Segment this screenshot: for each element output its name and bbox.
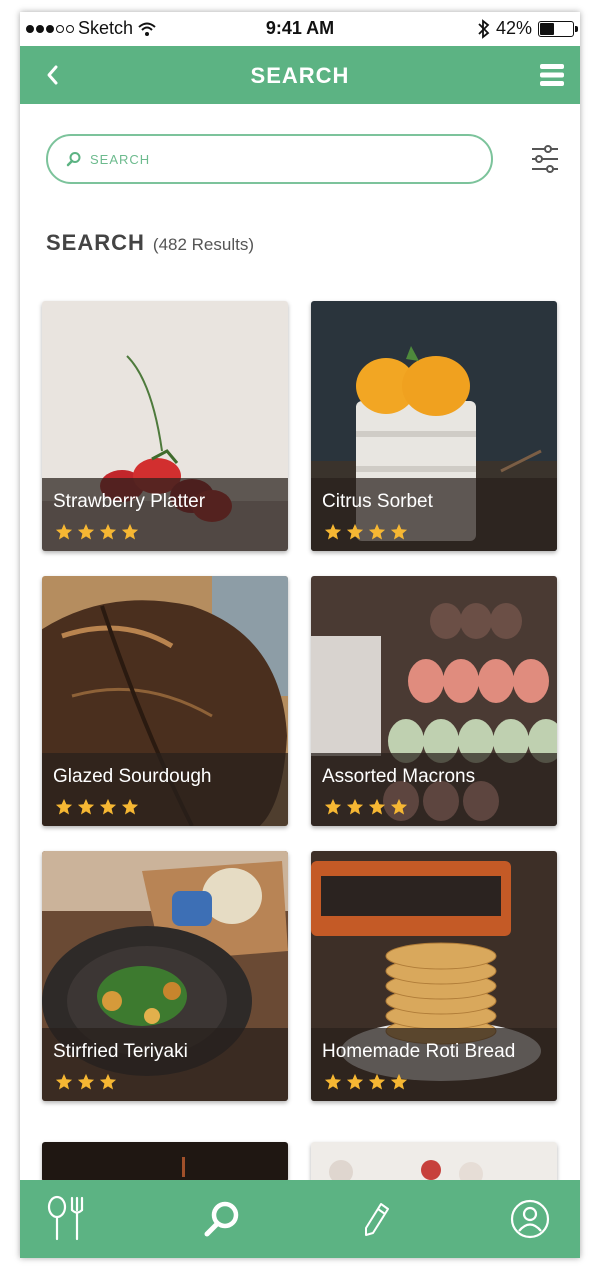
recipe-photo <box>311 1142 557 1182</box>
star-icon <box>121 523 139 540</box>
recipe-card[interactable]: Citrus Sorbet <box>311 301 557 551</box>
rating-stars <box>55 798 139 816</box>
star-icon <box>390 523 408 540</box>
rating-stars <box>55 1073 117 1091</box>
star-icon <box>390 798 408 815</box>
rating-stars <box>55 523 139 541</box>
star-icon <box>77 798 95 815</box>
star-icon <box>77 523 95 540</box>
tab-profile[interactable] <box>490 1180 570 1258</box>
star-icon <box>368 1073 386 1090</box>
recipe-photo <box>42 1142 288 1182</box>
tab-recipes[interactable] <box>26 1180 106 1258</box>
star-icon <box>324 1073 342 1090</box>
tab-write[interactable] <box>336 1180 416 1258</box>
star-icon <box>99 1073 117 1090</box>
search-field[interactable] <box>46 134 493 184</box>
star-icon <box>99 523 117 540</box>
recipe-card[interactable]: Assorted Macrons <box>311 576 557 826</box>
star-icon <box>55 523 73 540</box>
results-heading: SEARCH (482 Results) <box>46 230 254 256</box>
bluetooth-icon <box>478 18 490 39</box>
star-icon <box>55 798 73 815</box>
recipe-title: Assorted Macrons <box>322 766 476 787</box>
star-icon <box>324 523 342 540</box>
page-title: SEARCH <box>250 63 350 88</box>
recipe-card[interactable]: Homemade Roti Bread <box>311 851 557 1101</box>
sliders-icon[interactable] <box>528 142 562 176</box>
fork-knife-icon <box>47 1195 84 1241</box>
recipe-card[interactable] <box>311 1142 557 1182</box>
star-icon <box>77 1073 95 1090</box>
recipe-title: Homemade Roti Bread <box>322 1041 516 1062</box>
battery-icon <box>538 20 578 37</box>
star-icon <box>346 798 364 815</box>
star-icon <box>55 1073 73 1090</box>
rating-stars <box>324 798 408 816</box>
star-icon <box>324 798 342 815</box>
recipe-title: Stirfried Teriyaki <box>53 1041 188 1062</box>
recipe-card[interactable] <box>42 1142 288 1182</box>
recipe-title: Strawberry Platter <box>53 491 206 512</box>
pencil-icon <box>365 1203 389 1236</box>
search-input[interactable] <box>90 151 450 167</box>
battery-percent: 42% <box>495 18 532 38</box>
star-icon <box>368 798 386 815</box>
status-right: 42% <box>478 18 578 39</box>
rating-stars <box>324 523 408 541</box>
phone-screen: Sketch 9:41 AM 42% SEARCH SEARCH SEARCH … <box>20 12 580 1258</box>
search-icon <box>204 1201 239 1237</box>
recipe-card[interactable]: Glazed Sourdough <box>42 576 288 826</box>
search-icon <box>66 152 81 167</box>
results-title: SEARCH <box>46 230 145 255</box>
results-count: (482 Results) <box>152 235 255 254</box>
hamburger-menu-icon[interactable] <box>538 62 566 88</box>
status-bar: Sketch 9:41 AM 42% <box>20 12 580 46</box>
star-icon <box>99 798 117 815</box>
recipe-title: Citrus Sorbet <box>322 491 433 512</box>
tab-bar <box>20 1180 580 1258</box>
star-icon <box>346 523 364 540</box>
recipe-card[interactable]: Strawberry Platter <box>42 301 288 551</box>
star-icon <box>390 1073 408 1090</box>
recipe-card[interactable]: Stirfried Teriyaki <box>42 851 288 1101</box>
star-icon <box>346 1073 364 1090</box>
recipe-title: Glazed Sourdough <box>53 766 212 787</box>
user-icon <box>510 1199 550 1239</box>
rating-stars <box>324 1073 408 1091</box>
star-icon <box>121 798 139 815</box>
navbar: SEARCH <box>20 46 580 104</box>
tab-search[interactable] <box>182 1180 262 1258</box>
star-icon <box>368 523 386 540</box>
